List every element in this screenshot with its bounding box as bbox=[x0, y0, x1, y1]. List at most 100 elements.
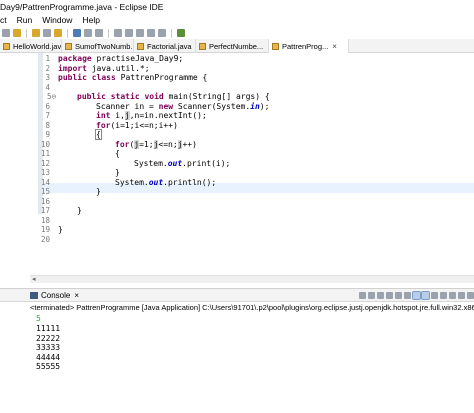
java-file-icon bbox=[272, 42, 279, 50]
toggle-mark-icon[interactable] bbox=[84, 29, 92, 37]
code-line: public static void main(String[] args) { bbox=[77, 92, 270, 101]
scroll-left-icon[interactable]: ◂ bbox=[32, 275, 36, 283]
toolbar-separator bbox=[171, 28, 172, 38]
line-number: 2 bbox=[45, 64, 50, 73]
line-number-fold[interactable]: 5⊖ bbox=[34, 92, 56, 101]
code-line: { bbox=[115, 149, 120, 158]
line-number: 4 bbox=[45, 83, 50, 92]
code-line: } bbox=[96, 187, 101, 196]
code-line: Scanner in = new Scanner(System.in); bbox=[96, 102, 270, 111]
code-line: for(i=1;i<=n;i++) bbox=[96, 121, 178, 130]
show-on-stderr-icon[interactable] bbox=[421, 291, 430, 300]
line-number: 18 bbox=[40, 216, 50, 225]
minimize-icon[interactable] bbox=[458, 292, 465, 299]
next-annotation-icon[interactable] bbox=[114, 29, 122, 37]
forward-arrow-icon[interactable] bbox=[158, 29, 166, 37]
code-line: int i,j,n=in.nextInt(); bbox=[96, 111, 207, 120]
line-number: 19 bbox=[40, 225, 50, 234]
line-number: 6 bbox=[45, 102, 50, 111]
console-output-line: 33333 bbox=[36, 343, 61, 352]
java-file-icon bbox=[65, 42, 72, 50]
code-line: import java.util.*; bbox=[58, 64, 150, 73]
line-number: 16 bbox=[40, 197, 50, 206]
editor-tab-bar: HelloWorld.java SumofTwoNumb... Factoria… bbox=[0, 39, 474, 53]
console-view-header: Console × bbox=[0, 288, 474, 302]
clear-console-icon[interactable] bbox=[386, 292, 393, 299]
menu-window[interactable]: Window bbox=[42, 14, 72, 27]
line-number: 15 bbox=[40, 187, 50, 196]
tab-label: PerfectNumbe... bbox=[209, 41, 264, 51]
open-perspective-icon[interactable] bbox=[177, 29, 185, 37]
java-file-icon bbox=[199, 42, 206, 50]
tab-sumoftwonumbers[interactable]: SumofTwoNumb... bbox=[62, 39, 134, 53]
menu-help[interactable]: Help bbox=[82, 14, 99, 27]
tab-console[interactable]: Console × bbox=[0, 291, 79, 300]
code-line: System.out.println(); bbox=[115, 178, 217, 187]
menu-project[interactable]: ct bbox=[0, 14, 7, 27]
line-number: 10 bbox=[40, 140, 50, 149]
console-input-line: 5 bbox=[36, 314, 41, 323]
open-console-icon[interactable] bbox=[449, 292, 456, 299]
toolbar-separator bbox=[67, 28, 68, 38]
toolbar-separator bbox=[26, 28, 27, 38]
line-number: 17 bbox=[40, 206, 50, 215]
main-toolbar bbox=[0, 27, 474, 39]
java-file-icon bbox=[137, 42, 144, 50]
line-number: 14 bbox=[40, 178, 50, 187]
maximize-icon[interactable] bbox=[467, 292, 474, 299]
tab-factorial[interactable]: Factorial.java bbox=[134, 39, 196, 53]
search-icon[interactable] bbox=[43, 29, 51, 37]
last-edit-icon[interactable] bbox=[136, 29, 144, 37]
tab-perfectnumber[interactable]: PerfectNumbe... bbox=[196, 39, 269, 53]
show-on-stdout-icon[interactable] bbox=[412, 291, 421, 300]
line-number: 9 bbox=[45, 130, 50, 139]
console-output-line: 22222 bbox=[36, 334, 61, 343]
close-icon[interactable]: × bbox=[74, 291, 79, 300]
current-line-highlight bbox=[43, 183, 474, 193]
tab-label: PattrenProg... bbox=[282, 41, 329, 51]
tab-helloworld[interactable]: HelloWorld.java bbox=[0, 39, 62, 53]
format-icon[interactable] bbox=[73, 29, 81, 37]
code-line: } bbox=[77, 206, 82, 215]
back-arrow-icon[interactable] bbox=[147, 29, 155, 37]
edit-icon[interactable] bbox=[54, 29, 62, 37]
display-console-icon[interactable] bbox=[440, 292, 447, 299]
console-output-line: 44444 bbox=[36, 353, 61, 362]
line-number: 3 bbox=[45, 73, 50, 82]
window-title: Day9/PattrenProgramme.java - Eclipse IDE bbox=[0, 0, 474, 14]
new-folder-icon[interactable] bbox=[13, 29, 21, 37]
horizontal-scrollbar[interactable]: ◂ bbox=[30, 275, 474, 283]
code-line: System.out.print(i); bbox=[134, 159, 231, 168]
line-number: 7 bbox=[45, 111, 50, 120]
tab-label: Factorial.java bbox=[147, 41, 192, 51]
java-file-icon bbox=[3, 42, 10, 50]
open-type-icon[interactable] bbox=[32, 29, 40, 37]
tab-label: HelloWorld.java bbox=[13, 41, 62, 51]
line-number: 20 bbox=[40, 235, 50, 244]
console-tab-label: Console bbox=[41, 290, 71, 300]
remove-launch-icon[interactable] bbox=[368, 292, 375, 299]
tab-pattrenprogramme[interactable]: PattrenProg... × bbox=[269, 39, 349, 53]
line-number: 13 bbox=[40, 168, 50, 177]
console-output-line: 11111 bbox=[36, 324, 61, 333]
scroll-lock-icon[interactable] bbox=[395, 292, 402, 299]
console-toolbar bbox=[359, 291, 474, 300]
console-icon bbox=[30, 291, 38, 299]
line-number: 1 bbox=[45, 54, 50, 63]
tab-label: SumofTwoNumb... bbox=[75, 41, 134, 51]
code-editor[interactable]: 1 2 3 4 5⊖ 6 7 8 9 10 11 12 13 14 15 16 … bbox=[0, 53, 474, 285]
console-output-line: 55555 bbox=[36, 362, 61, 371]
toolbar-separator bbox=[108, 28, 109, 38]
word-wrap-icon[interactable] bbox=[404, 292, 411, 299]
line-number: 12 bbox=[40, 159, 50, 168]
close-icon[interactable]: × bbox=[332, 42, 337, 51]
pilcrow-icon[interactable] bbox=[95, 29, 103, 37]
prev-annotation-icon[interactable] bbox=[125, 29, 133, 37]
code-line: package practiseJava_Day9; bbox=[58, 54, 184, 63]
code-line: } bbox=[115, 168, 120, 177]
remove-all-icon[interactable] bbox=[377, 292, 384, 299]
menu-run[interactable]: Run bbox=[17, 14, 33, 27]
pin-console-icon[interactable] bbox=[431, 292, 438, 299]
settings-gear-icon[interactable] bbox=[2, 29, 10, 37]
terminate-icon[interactable] bbox=[359, 292, 366, 299]
